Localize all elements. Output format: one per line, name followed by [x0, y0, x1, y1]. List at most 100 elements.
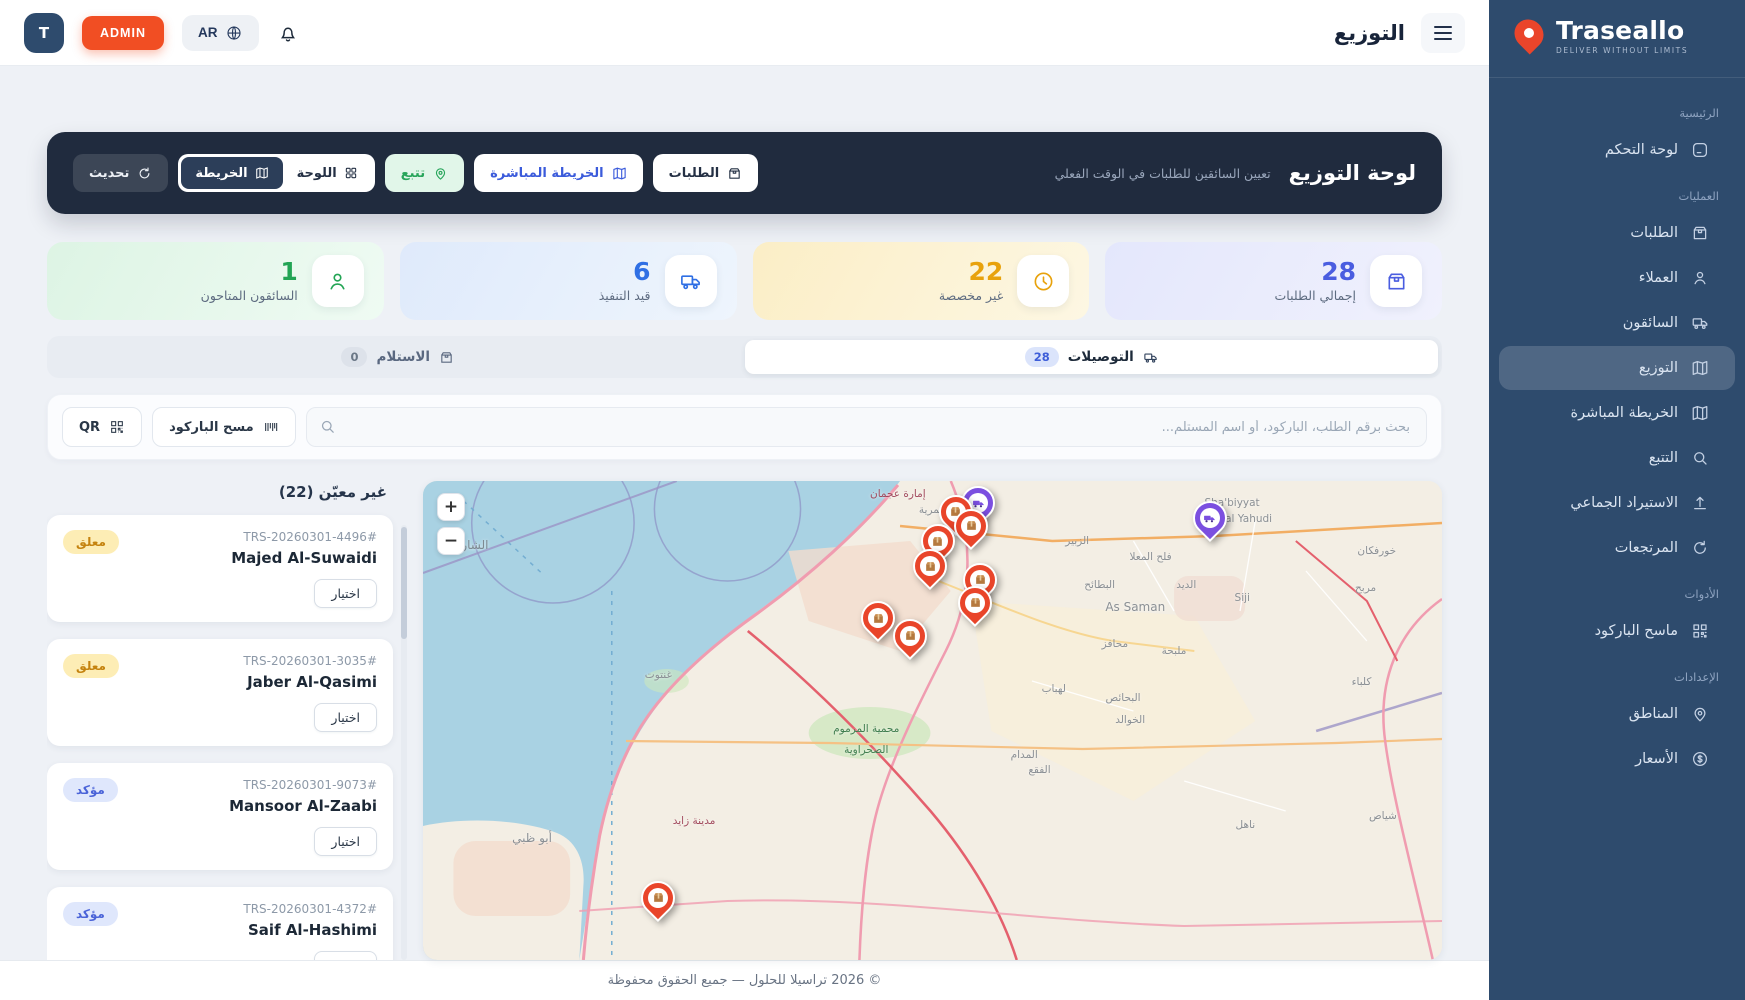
select-order-button[interactable]: اختيار	[314, 703, 377, 732]
map-view-segment[interactable]: الخريطة	[181, 157, 282, 189]
map-place-label: غنتوت	[645, 669, 672, 681]
notifications-bell-button[interactable]	[277, 22, 299, 44]
hamburger-menu-button[interactable]	[1421, 13, 1465, 53]
barcode-icon	[263, 419, 279, 435]
sidebar-item-returns[interactable]: المرتجعات	[1499, 526, 1735, 570]
sidebar-item-drivers[interactable]: السائقون	[1499, 301, 1735, 345]
language-switcher[interactable]: AR	[182, 15, 260, 51]
user-avatar[interactable]: T	[24, 13, 64, 53]
nav-section-operations: العمليات	[1489, 173, 1745, 210]
order-map-pin[interactable]	[913, 549, 947, 583]
scan-barcode-button[interactable]: مسح الباركود	[152, 407, 296, 447]
zoom-in-button[interactable]: +	[437, 493, 465, 521]
orders-button-label: الطلبات	[669, 166, 720, 181]
stat-label: غير مخصصة	[939, 288, 1003, 303]
dashboard-icon	[1691, 141, 1709, 159]
divider	[1489, 77, 1745, 78]
list-scrollbar[interactable]	[401, 525, 407, 960]
hero-title: لوحة التوزيع	[1289, 161, 1416, 185]
qr-icon	[1691, 622, 1709, 640]
map-zoom-controls: + −	[437, 493, 465, 555]
track-button[interactable]: تتبع	[385, 154, 464, 192]
sidebar-item-pricing[interactable]: الأسعار	[1499, 737, 1735, 781]
sidebar-item-label: ماسح الباركود	[1595, 623, 1678, 639]
qr-button[interactable]: QR	[62, 407, 142, 447]
sidebar-item-dispatch[interactable]: التوزيع	[1499, 346, 1735, 390]
order-map-pin[interactable]	[954, 509, 988, 543]
orders-button[interactable]: الطلبات	[653, 154, 759, 192]
order-card[interactable]: TRS-20260301-4496# Majed Al-Suwaidi معلق…	[47, 515, 393, 622]
refresh-button[interactable]: تحديث	[73, 154, 168, 192]
map-place-label: ناهل	[1236, 819, 1256, 831]
refresh-icon	[137, 166, 152, 181]
refresh-button-label: تحديث	[89, 166, 129, 181]
board-view-segment[interactable]: اللوحة	[283, 157, 372, 189]
search-icon	[319, 418, 336, 435]
sidebar-item-customers[interactable]: العملاء	[1499, 256, 1735, 300]
zoom-out-button[interactable]: −	[437, 527, 465, 555]
sidebar-item-zones[interactable]: المناطق	[1499, 692, 1735, 736]
brand-name: Traseallo	[1556, 18, 1688, 43]
view-toggle: اللوحة الخريطة	[178, 154, 374, 192]
order-recipient-name: Mansoor Al-Zaabi	[229, 797, 377, 815]
stat-label: قيد التنفيذ	[599, 288, 651, 303]
unassigned-header: غير معيّن (22)	[47, 481, 393, 515]
map-place-label: محافز	[1102, 638, 1128, 650]
brand-logo[interactable]: Traseallo DELIVER WITHOUT LIMITS	[1489, 0, 1745, 71]
select-order-button[interactable]: اختيار	[314, 827, 377, 856]
map-place-label: خورفكان	[1357, 545, 1396, 557]
truck-icon	[1143, 350, 1158, 365]
upload-icon	[1691, 494, 1709, 512]
list-scrollbar-thumb[interactable]	[401, 527, 407, 639]
package-icon	[1691, 224, 1709, 242]
driver-map-pin[interactable]	[1193, 501, 1227, 535]
admin-role-button[interactable]: ADMIN	[82, 16, 164, 50]
order-map-pin[interactable]	[861, 601, 895, 635]
tab-pickups[interactable]: الاستلام 0	[51, 340, 745, 374]
stat-in-progress: 6 قيد التنفيذ	[400, 242, 737, 320]
sidebar-item-label: الخريطة المباشرة	[1571, 405, 1679, 421]
order-map-pin[interactable]	[958, 586, 992, 620]
order-card[interactable]: TRS-20260301-3035# Jaber Al-Qasimi معلق …	[47, 639, 393, 746]
map-icon	[1691, 359, 1709, 377]
package-icon	[439, 350, 454, 365]
sidebar-item-label: السائقون	[1623, 315, 1678, 331]
live-map-button-label: الخريطة المباشرة	[490, 166, 604, 181]
stat-value: 28	[1275, 259, 1356, 285]
sidebar-item-dashboard[interactable]: لوحة التحكم	[1499, 128, 1735, 172]
tab-count-badge: 28	[1025, 347, 1059, 367]
map-place-label: محمية المرموم	[833, 723, 899, 735]
search-input[interactable]	[306, 407, 1427, 447]
order-card[interactable]: TRS-20260301-4372# Saif Al-Hashimi مؤكد …	[47, 887, 393, 960]
sidebar-item-bulk-import[interactable]: الاستيراد الجماعي	[1499, 481, 1735, 525]
sidebar-item-orders[interactable]: الطلبات	[1499, 211, 1735, 255]
stat-label: السائقون المتاحون	[201, 288, 298, 303]
sidebar-item-live-map[interactable]: الخريطة المباشرة	[1499, 391, 1735, 435]
dispatch-map[interactable]: + − إمارة عجمانالحمريةالزبيرفلح المعلاSh…	[423, 481, 1442, 960]
live-map-button[interactable]: الخريطة المباشرة	[474, 154, 643, 192]
sidebar-item-tracking[interactable]: التتبع	[1499, 436, 1735, 480]
sidebar-nav: الرئيسية لوحة التحكم العمليات الطلبات ال…	[1489, 82, 1745, 782]
map-icon	[255, 166, 269, 180]
map-place-label: لهباب	[1042, 683, 1066, 695]
sidebar-item-barcode-scanner[interactable]: ماسح الباركود	[1499, 609, 1735, 653]
select-order-button[interactable]: اختيار	[314, 579, 377, 608]
map-place-label: ملبحة	[1162, 645, 1187, 657]
order-map-pin[interactable]	[893, 619, 927, 653]
user-icon	[1691, 269, 1709, 287]
select-order-button[interactable]: اختيار	[314, 951, 377, 960]
map-place-label: الزبير	[1065, 535, 1089, 547]
sidebar: Traseallo DELIVER WITHOUT LIMITS الرئيسي…	[1489, 0, 1745, 1000]
scan-barcode-label: مسح الباركود	[169, 420, 254, 435]
brand-pin-icon	[1511, 18, 1547, 54]
truck-icon	[665, 255, 717, 307]
tab-deliveries[interactable]: التوصيلات 28	[745, 340, 1439, 374]
sidebar-item-label: الطلبات	[1630, 225, 1678, 241]
order-recipient-name: Jaber Al-Qasimi	[243, 673, 377, 691]
topbar: التوزيع AR ADMIN T	[0, 0, 1489, 66]
order-card[interactable]: TRS-20260301-9073# Mansoor Al-Zaabi مؤكد…	[47, 763, 393, 870]
order-map-pin[interactable]	[641, 881, 675, 915]
order-recipient-name: Majed Al-Suwaidi	[231, 549, 377, 567]
qr-icon	[109, 419, 125, 435]
sidebar-item-label: المناطق	[1629, 706, 1678, 722]
